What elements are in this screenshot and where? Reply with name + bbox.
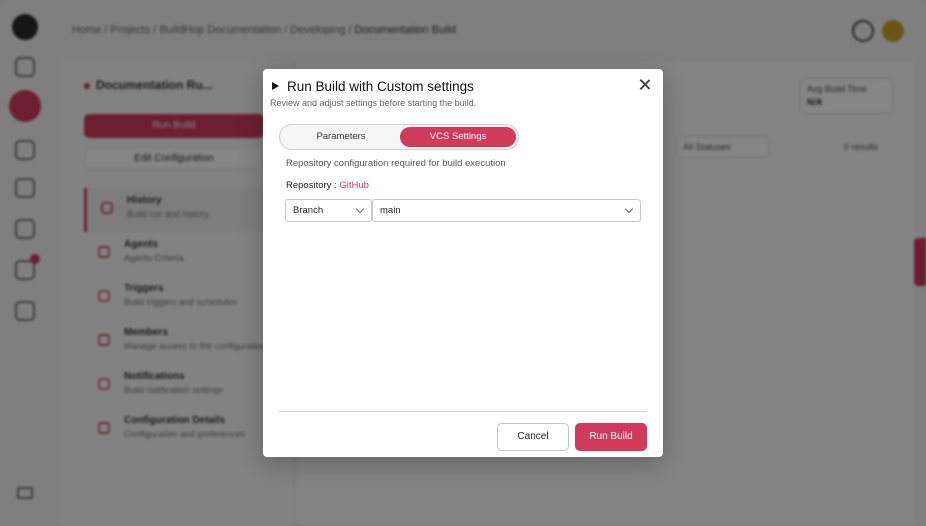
- chevron-down-icon: [624, 204, 634, 214]
- repository-link[interactable]: GitHub: [339, 180, 369, 191]
- dialog-title: Run Build with Custom settings: [287, 78, 474, 94]
- ref-type-select[interactable]: Branch: [285, 199, 372, 222]
- play-icon: [272, 82, 279, 90]
- settings-tabs: Parameters VCS Settings: [279, 124, 519, 150]
- chevron-down-icon: [355, 204, 365, 214]
- run-build-button[interactable]: Run Build: [575, 423, 647, 451]
- close-icon[interactable]: [637, 77, 653, 93]
- branch-value: main: [380, 205, 401, 216]
- footer-divider: [279, 411, 647, 412]
- dialog-subtitle: Review and adjust settings before starti…: [270, 98, 477, 108]
- cancel-button[interactable]: Cancel: [497, 423, 569, 451]
- tab-vcs-settings[interactable]: VCS Settings: [400, 127, 516, 147]
- vcs-description: Repository configuration required for bu…: [286, 158, 506, 169]
- run-build-dialog: Run Build with Custom settings Review an…: [263, 69, 663, 457]
- dialog-header: Run Build with Custom settings: [271, 77, 655, 95]
- ref-type-value: Branch: [293, 205, 324, 216]
- tab-parameters[interactable]: Parameters: [282, 127, 400, 147]
- branch-select[interactable]: main: [372, 199, 641, 222]
- repository-line: Repository : GitHub: [286, 180, 369, 191]
- repository-label: Repository :: [286, 180, 340, 191]
